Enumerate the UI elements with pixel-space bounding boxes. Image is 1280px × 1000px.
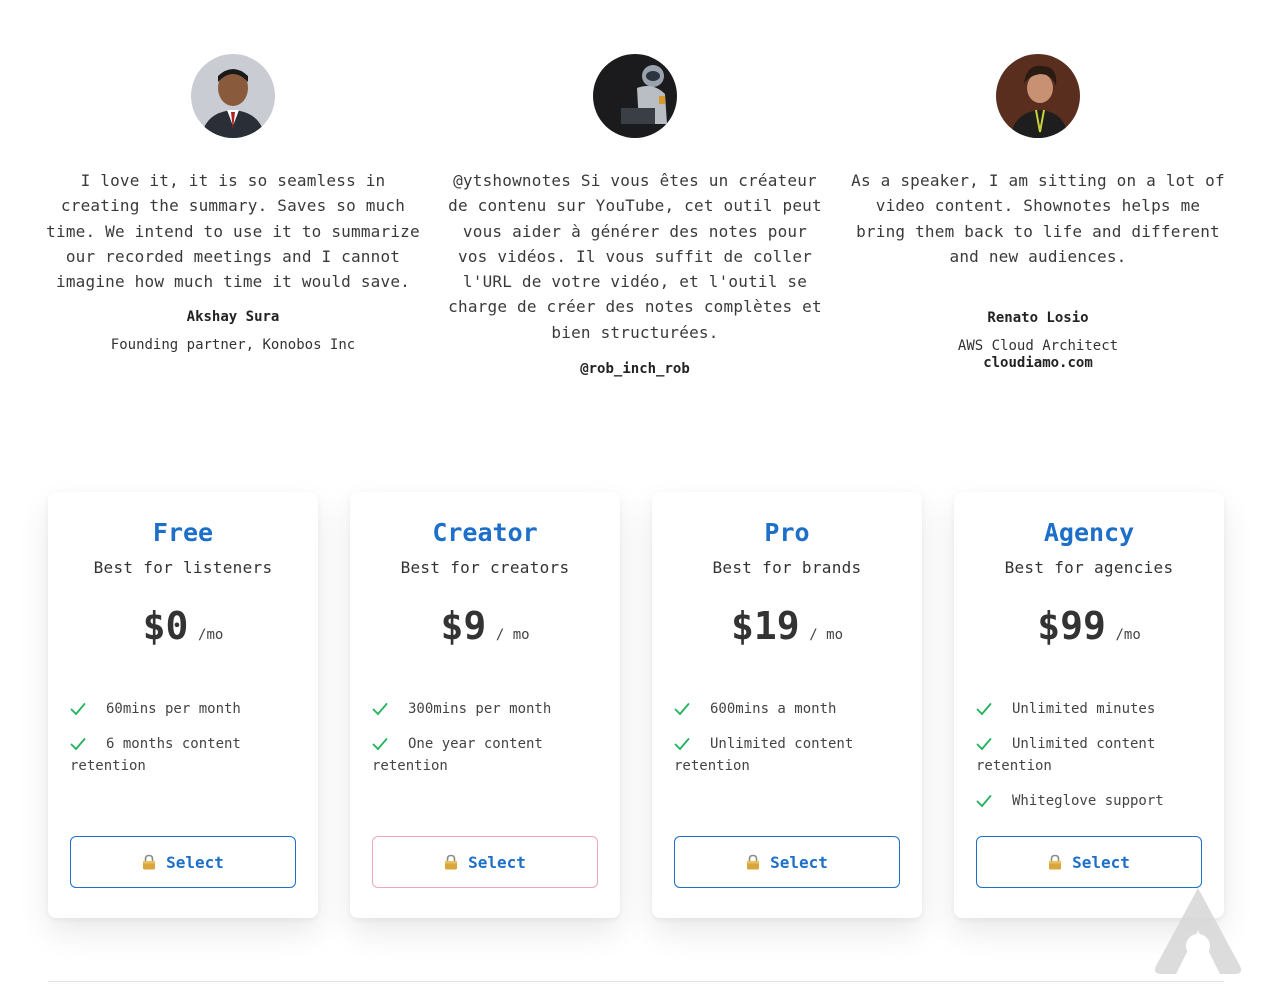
- feature-text: 6 months content retention: [70, 736, 241, 774]
- testimonial-author: Akshay Sura: [186, 309, 280, 326]
- lock-icon: [444, 854, 458, 870]
- plan-name: Pro: [764, 518, 810, 547]
- feature-list: 600mins a month Unlimited content retent…: [674, 698, 906, 790]
- avatar-rob-inch-rob: [593, 54, 677, 138]
- price-amount: $0: [142, 604, 189, 648]
- lock-icon: [746, 854, 760, 870]
- feature-text: Unlimited minutes: [1012, 701, 1156, 717]
- select-button-label: Select: [770, 852, 828, 872]
- check-icon: [674, 702, 690, 716]
- feature-item: Unlimited content retention: [976, 733, 1208, 777]
- testimonial-role: Founding partner, Konobos Inc: [110, 337, 356, 354]
- plan-subtitle: Best for listeners: [93, 558, 273, 577]
- select-button-label: Select: [1072, 852, 1130, 872]
- check-icon: [70, 702, 86, 716]
- feature-item: 600mins a month: [674, 698, 906, 720]
- feature-text: Whiteglove support: [1012, 793, 1164, 809]
- testimonials-section: I love it, it is so seamless in creating…: [0, 0, 1280, 460]
- feature-item: Unlimited content retention: [674, 733, 906, 777]
- feature-list: 300mins per month One year content reten…: [372, 698, 604, 790]
- price-period: / mo: [495, 627, 530, 643]
- select-pro-button[interactable]: Select: [674, 836, 900, 888]
- feature-item: 6 months content retention: [70, 733, 302, 777]
- testimonial-website[interactable]: cloudiamo.com: [848, 355, 1228, 371]
- select-creator-button[interactable]: Select: [372, 836, 598, 888]
- testimonial-role: AWS Cloud Architect: [957, 338, 1119, 355]
- plan-price: $0 /mo: [48, 604, 318, 648]
- plan-price: $9 / mo: [350, 604, 620, 648]
- pricing-card-agency: Agency Best for agencies $99 /mo Unlimit…: [954, 492, 1224, 918]
- section-divider: [48, 981, 1224, 982]
- feature-text: 600mins a month: [710, 701, 837, 717]
- testimonial-akshay: I love it, it is so seamless in creating…: [43, 54, 423, 353]
- testimonial-renato: As a speaker, I am sitting on a lot of v…: [848, 54, 1228, 371]
- lock-icon: [142, 854, 156, 870]
- plan-subtitle: Best for agencies: [1004, 558, 1174, 577]
- check-icon: [976, 794, 992, 808]
- price-period: /mo: [1115, 627, 1141, 643]
- app-logo-icon: [1148, 884, 1248, 976]
- plan-price: $99 /mo: [954, 604, 1224, 648]
- feature-item: Whiteglove support: [976, 790, 1208, 812]
- check-icon: [372, 737, 388, 751]
- price-period: / mo: [809, 627, 843, 643]
- plan-price: $19 / mo: [652, 604, 922, 648]
- price-amount: $19: [731, 604, 800, 648]
- plan-name: Agency: [1043, 518, 1135, 547]
- feature-text: Unlimited content retention: [976, 736, 1156, 774]
- select-button-label: Select: [166, 852, 224, 872]
- feature-text: Unlimited content retention: [674, 736, 854, 774]
- lock-icon: [1048, 854, 1062, 870]
- plan-name: Creator: [432, 518, 538, 547]
- testimonial-author: Renato Losio: [987, 310, 1089, 327]
- testimonial-handle[interactable]: @rob_inch_rob: [445, 361, 825, 377]
- feature-item: 60mins per month: [70, 698, 302, 720]
- price-amount: $9: [440, 604, 487, 648]
- check-icon: [372, 702, 388, 716]
- testimonial-quote: @ytshownotes Si vous êtes un créateur de…: [448, 171, 822, 342]
- pricing-card-pro: Pro Best for brands $19 / mo 600mins a m…: [652, 492, 922, 918]
- avatar-akshay-sura: [191, 54, 275, 138]
- feature-item: One year content retention: [372, 733, 604, 777]
- pricing-card-free: Free Best for listeners $0 /mo 60mins pe…: [48, 492, 318, 918]
- feature-list: 60mins per month 6 months content retent…: [70, 698, 302, 790]
- avatar-renato-losio: [996, 54, 1080, 138]
- testimonial-rob: @ytshownotes Si vous êtes un créateur de…: [445, 54, 825, 377]
- feature-item: 300mins per month: [372, 698, 604, 720]
- check-icon: [70, 737, 86, 751]
- select-free-button[interactable]: Select: [70, 836, 296, 888]
- plan-subtitle: Best for creators: [400, 558, 570, 577]
- price-amount: $99: [1037, 604, 1106, 648]
- testimonial-quote: As a speaker, I am sitting on a lot of v…: [851, 171, 1225, 266]
- feature-item: Unlimited minutes: [976, 698, 1208, 720]
- feature-list: Unlimited minutes Unlimited content rete…: [976, 698, 1208, 825]
- check-icon: [976, 737, 992, 751]
- feature-text: 60mins per month: [106, 701, 241, 717]
- check-icon: [674, 737, 690, 751]
- select-button-label: Select: [468, 852, 526, 872]
- plan-name: Free: [152, 518, 214, 547]
- pricing-card-creator: Creator Best for creators $9 / mo 300min…: [350, 492, 620, 918]
- plan-subtitle: Best for brands: [712, 558, 862, 577]
- select-agency-button[interactable]: Select: [976, 836, 1202, 888]
- check-icon: [976, 702, 992, 716]
- feature-text: 300mins per month: [408, 701, 552, 717]
- feature-text: One year content retention: [372, 736, 543, 774]
- price-period: /mo: [198, 627, 224, 643]
- testimonial-quote: I love it, it is so seamless in creating…: [46, 171, 420, 292]
